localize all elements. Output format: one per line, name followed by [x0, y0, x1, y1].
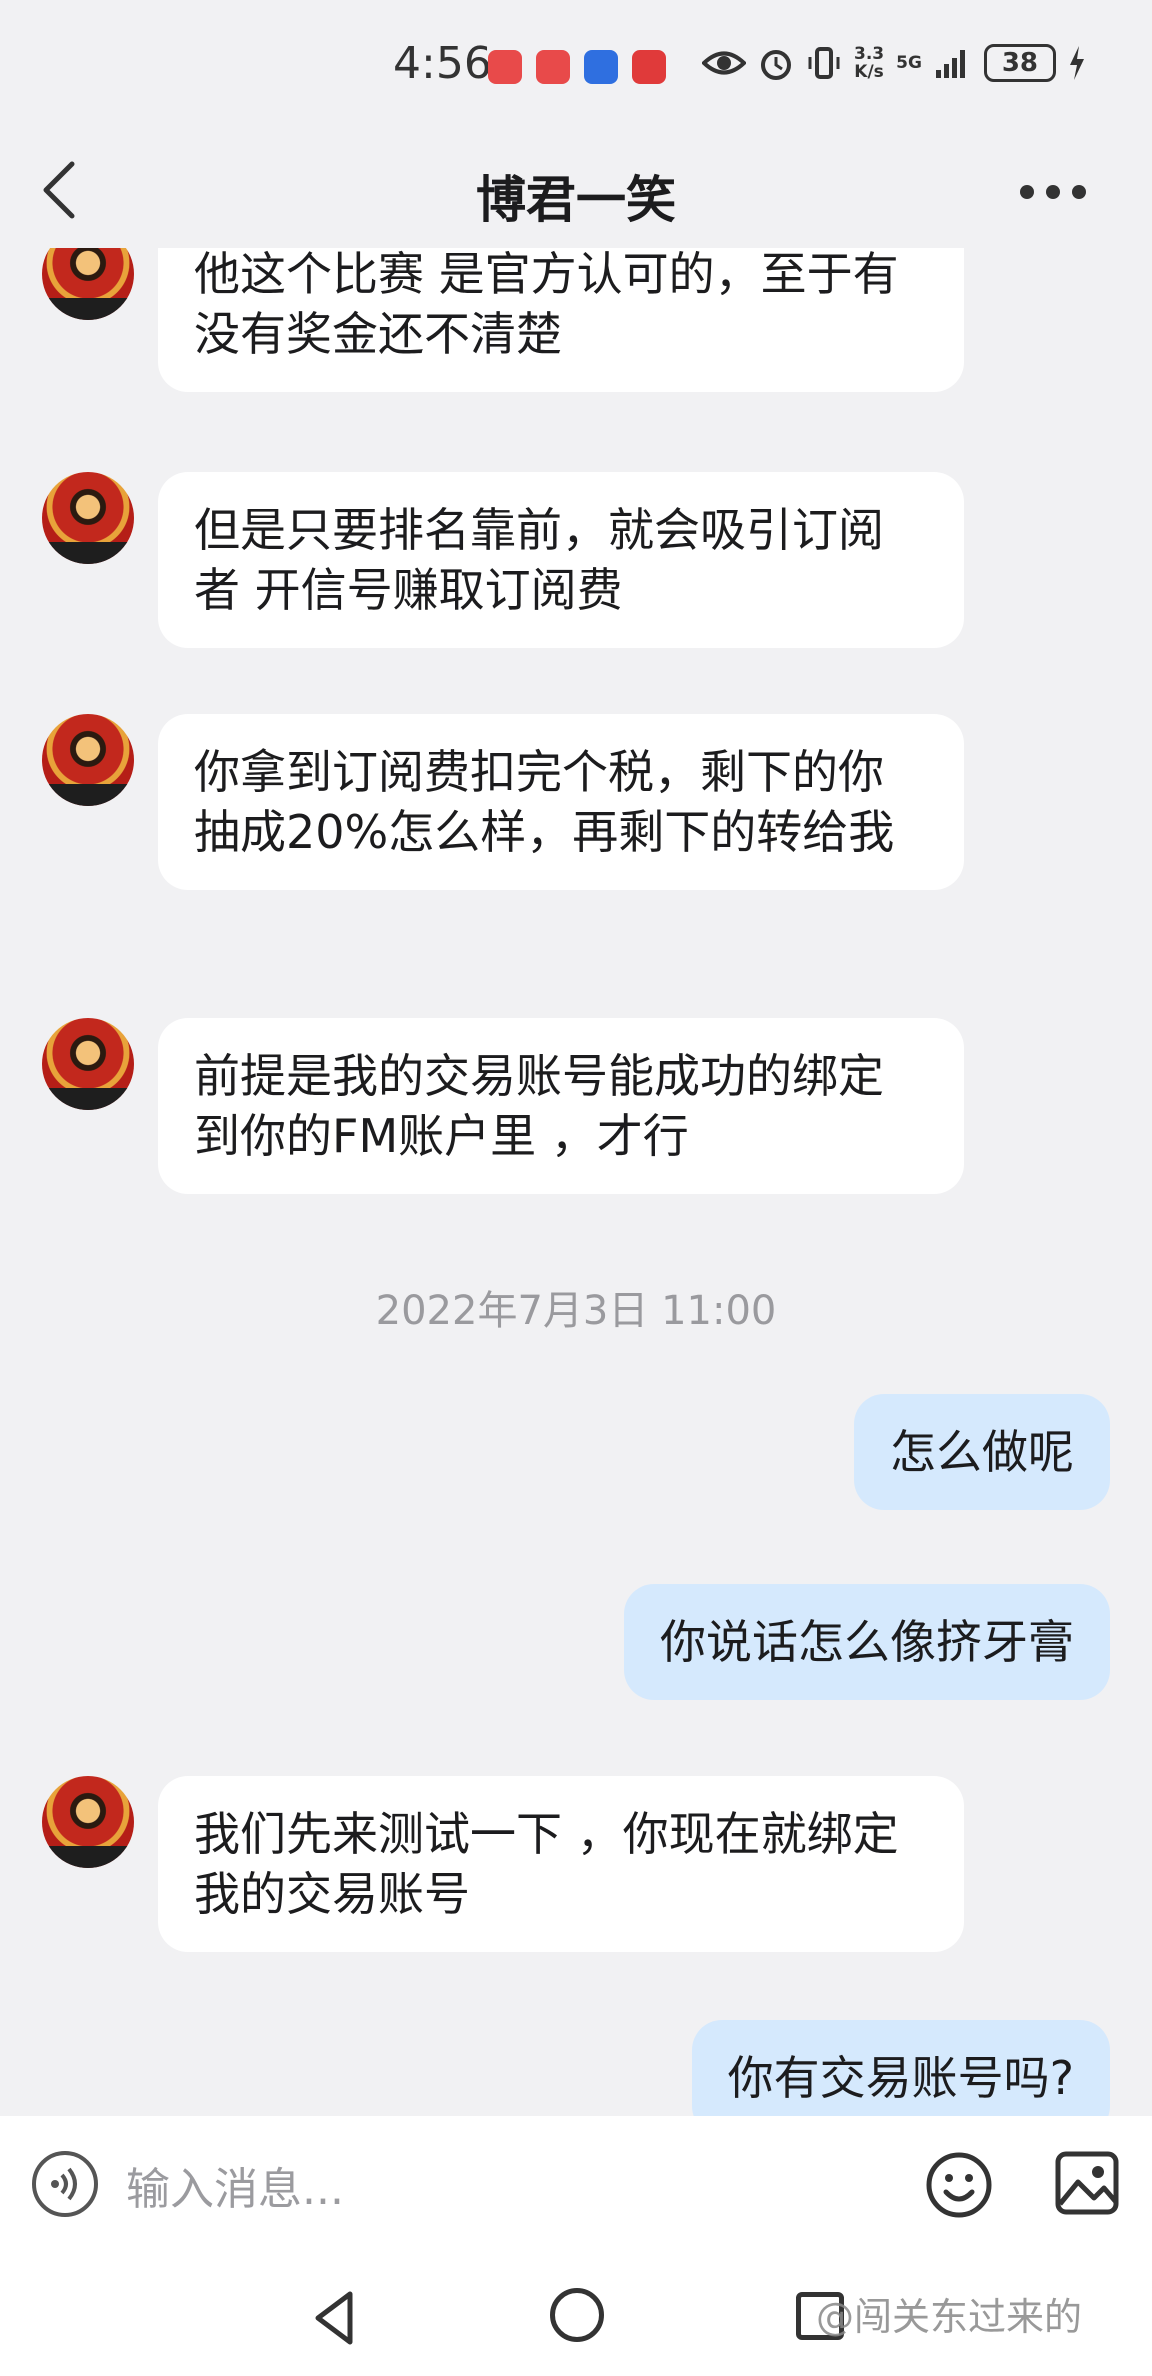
- message-list[interactable]: 他这个比赛 是官方认可的，至于有没有奖金还不清楚 但是只要排名靠前，就会吸引订阅…: [0, 248, 1152, 2116]
- triangle-back-icon: [315, 2291, 353, 2345]
- net-speed-unit: K/s: [854, 62, 884, 82]
- battery-indicator: 38: [983, 44, 1056, 82]
- input-bar: [0, 2116, 1152, 2266]
- watermark: @闯关东过来的: [816, 2295, 1083, 2339]
- incoming-message[interactable]: 你拿到订阅费扣完个税，剩下的你抽成20%怎么样，再剩下的转给我: [158, 714, 964, 890]
- message-timestamp: 2022年7月3日 11:00: [375, 1288, 777, 1334]
- more-dots-icon: [1020, 185, 1034, 199]
- emoji-button[interactable]: [924, 2150, 994, 2220]
- incoming-message[interactable]: 我们先来测试一下 ，你现在就绑定我的交易账号: [158, 1776, 964, 1952]
- more-dot: [1072, 185, 1086, 199]
- image-button[interactable]: [1054, 2150, 1120, 2216]
- outgoing-message[interactable]: 你说话怎么像挤牙膏: [624, 1584, 1110, 1700]
- app-notification-icon: [632, 50, 666, 84]
- more-dot: [1046, 185, 1060, 199]
- message-input[interactable]: [126, 2154, 766, 2224]
- vibrate-icon: [808, 47, 840, 79]
- net-speed: 3.3 K/s: [854, 45, 884, 81]
- app-notification-icon: [488, 50, 522, 84]
- avatar[interactable]: [42, 472, 134, 564]
- system-nav-bar: @闯关东过来的: [0, 2266, 1152, 2376]
- nav-home-button[interactable]: [550, 2288, 604, 2342]
- notification-icons: [488, 50, 666, 84]
- outgoing-message[interactable]: 怎么做呢: [854, 1394, 1110, 1510]
- network-label: 5G: [896, 53, 922, 73]
- network-type: 5G: [896, 54, 922, 72]
- outgoing-message[interactable]: 你有交易账号吗?: [691, 2020, 1110, 2116]
- incoming-message[interactable]: 前提是我的交易账号能成功的绑定到你的FM账户里 ，才行: [158, 1018, 964, 1194]
- charging-icon: [1069, 46, 1084, 80]
- avatar[interactable]: [42, 248, 134, 320]
- status-time: 4:56: [393, 38, 492, 89]
- app-notification-icon: [584, 50, 618, 84]
- incoming-message[interactable]: 但是只要排名靠前，就会吸引订阅者 开信号赚取订阅费: [158, 472, 964, 648]
- alarm-icon: [761, 50, 791, 80]
- avatar[interactable]: [42, 1776, 134, 1868]
- image-icon: [1055, 2151, 1119, 2215]
- app-notification-icon: [536, 50, 570, 84]
- emoji-icon: [926, 2152, 992, 2218]
- eye-icon: [702, 51, 746, 75]
- signal-icon: [935, 50, 965, 78]
- voice-icon: [51, 2167, 77, 2201]
- more-button[interactable]: [1020, 172, 1100, 212]
- avatar[interactable]: [42, 1018, 134, 1110]
- nav-back-button[interactable]: [306, 2288, 366, 2348]
- voice-button[interactable]: [32, 2151, 98, 2217]
- chat-title: 博君一笑: [476, 171, 676, 229]
- status-right: 3.3 K/s 5G 38: [702, 44, 1086, 82]
- incoming-message[interactable]: 他这个比赛 是官方认可的，至于有没有奖金还不清楚: [158, 248, 964, 392]
- status-bar: 4:56 3.3 K/s 5G 38: [0, 0, 1152, 136]
- chat-header: 博君一笑: [0, 136, 1152, 248]
- battery-level: 38: [1001, 48, 1039, 78]
- net-speed-value: 3.3: [854, 44, 885, 64]
- avatar[interactable]: [42, 714, 134, 806]
